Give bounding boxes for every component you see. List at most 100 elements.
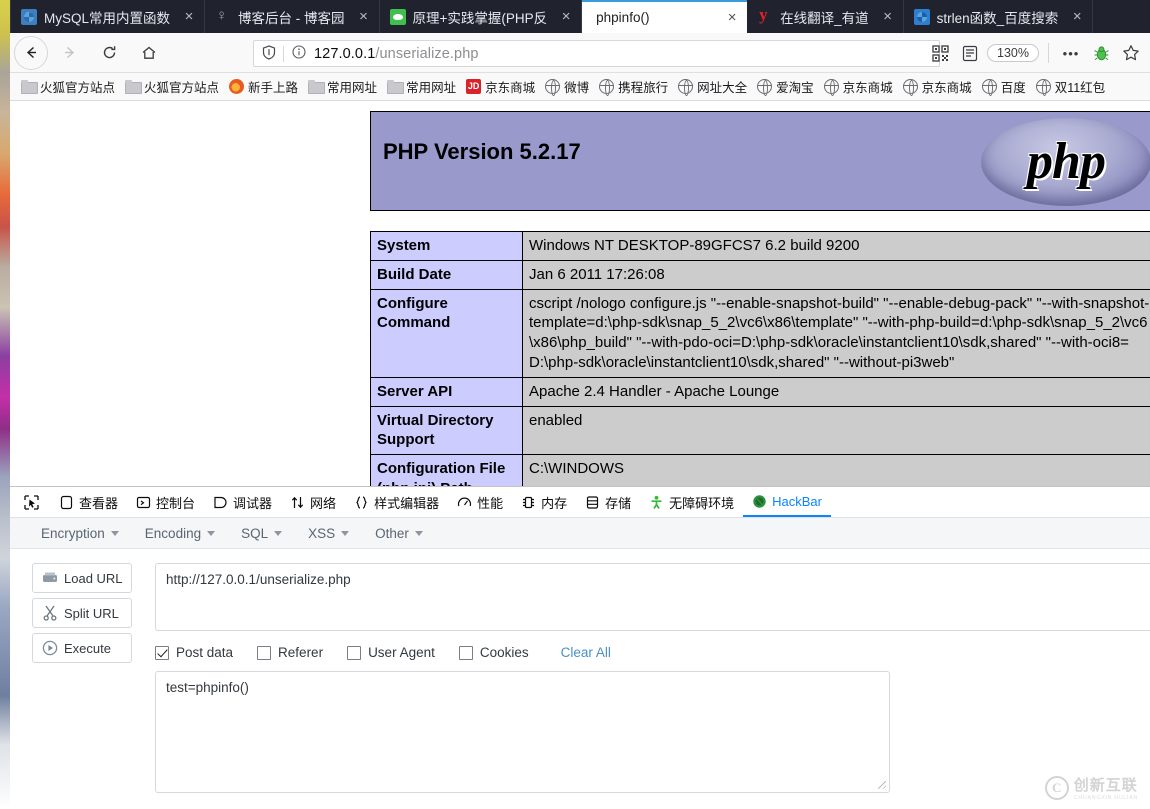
devtools-tab-performance[interactable]: 性能 xyxy=(448,487,512,517)
bookmark-item[interactable]: 京东商城 xyxy=(898,76,977,98)
table-row: Server API Apache 2.4 Handler - Apache L… xyxy=(370,376,1150,407)
bookmark-item[interactable]: 京东商城 xyxy=(819,76,898,98)
folder-icon xyxy=(21,79,38,94)
split-url-button[interactable]: Split URL xyxy=(32,598,132,628)
globe-icon xyxy=(678,79,694,96)
browser-tab[interactable]: MySQL常用内置函数 × xyxy=(10,0,206,33)
table-row: Virtual Directory Support enabled xyxy=(370,405,1150,456)
hackbar-post-data-input[interactable]: test=phpinfo() xyxy=(155,671,890,793)
load-url-button[interactable]: Load URL xyxy=(32,563,132,593)
divider xyxy=(1048,43,1049,63)
hackbar-url-input[interactable]: http://127.0.0.1/unserialize.php xyxy=(155,563,1150,631)
address-bar[interactable]: 127.0.0.1/unserialize.php xyxy=(253,40,940,67)
bookmark-item[interactable]: 常用网址 xyxy=(303,76,382,98)
close-icon[interactable]: × xyxy=(723,10,741,25)
home-button[interactable] xyxy=(132,36,166,70)
browser-tab[interactable]: 原理+实践掌握(PHP反 × xyxy=(380,0,583,33)
button-label: Load URL xyxy=(64,570,123,586)
close-icon[interactable]: × xyxy=(355,9,373,24)
menu-xss[interactable]: XSS xyxy=(295,526,362,541)
globe-icon xyxy=(1035,79,1051,96)
bookmark-item[interactable]: 携程旅行 xyxy=(594,76,673,98)
checkbox-user-agent[interactable]: User Agent xyxy=(347,645,435,660)
folder-icon xyxy=(125,79,143,94)
devtools-tab-console[interactable]: 控制台 xyxy=(127,487,204,517)
checkbox-label: Referer xyxy=(278,645,324,660)
browser-tab[interactable]: strlen函数_百度搜索 × xyxy=(904,0,1094,33)
devtools-tab-storage[interactable]: 存储 xyxy=(576,487,640,517)
zoom-level-badge[interactable]: 130% xyxy=(987,44,1039,62)
browser-tab[interactable]: 博客后台 - 博客园 × xyxy=(205,0,380,33)
devtools-tab-accessibility[interactable]: 无障碍环境 xyxy=(640,487,743,517)
bookmark-star-icon[interactable] xyxy=(1118,40,1144,66)
bookmark-item[interactable]: 百度 xyxy=(977,76,1031,98)
watermark-text: 创新互联 CHUANGXIN HULIAN xyxy=(1074,774,1138,801)
bookmark-item[interactable]: 新手上路 xyxy=(224,76,303,98)
checkbox-referer[interactable]: Referer xyxy=(257,645,323,660)
bookmark-item[interactable]: 双11红包 xyxy=(1031,76,1110,98)
bookmark-item[interactable]: 火狐官方站点 xyxy=(120,76,224,98)
reload-button[interactable] xyxy=(92,36,126,70)
watermark: C 创新互联 CHUANGXIN HULIAN xyxy=(1044,774,1138,801)
forward-button[interactable] xyxy=(52,36,86,70)
bookmark-item[interactable]: 网址大全 xyxy=(673,76,752,98)
devtools-tab-hackbar[interactable]: HackBar xyxy=(743,487,831,517)
bookmark-item[interactable]: 微博 xyxy=(540,76,594,98)
chevron-down-icon xyxy=(274,530,283,536)
back-button[interactable] xyxy=(14,35,48,70)
more-menu-icon[interactable]: ••• xyxy=(1058,40,1084,66)
bookmarks-bar: 火狐官方站点 火狐官方站点 新手上路 常用网址 常用网址 JD 京东商城 微博 携… xyxy=(10,73,1150,101)
devtools-tab-memory[interactable]: 内存 xyxy=(512,487,576,517)
firefox-icon xyxy=(229,79,245,94)
table-row: Configuration File (php.ini) Path C:\WIN… xyxy=(370,454,1150,486)
clear-all-link[interactable]: Clear All xyxy=(561,645,611,660)
devtools-tab-network[interactable]: 网络 xyxy=(281,487,345,517)
bug-icon[interactable] xyxy=(1088,40,1114,66)
devtools-tab-debugger[interactable]: 调试器 xyxy=(204,487,281,517)
qr-code-icon[interactable] xyxy=(927,40,953,66)
bookmark-label: 网址大全 xyxy=(697,81,748,95)
checkbox-cookies[interactable]: Cookies xyxy=(458,645,529,660)
element-picker-icon[interactable] xyxy=(18,490,44,514)
browser-tab[interactable]: 在线翻译_有道 × xyxy=(747,0,904,33)
menu-encryption[interactable]: Encryption xyxy=(28,526,132,541)
shield-icon[interactable] xyxy=(262,44,276,63)
close-icon[interactable]: × xyxy=(879,9,897,24)
globe-icon xyxy=(599,79,615,96)
menu-sql[interactable]: SQL xyxy=(228,526,295,541)
resize-handle[interactable] xyxy=(878,781,886,789)
checkbox-box[interactable] xyxy=(257,645,272,660)
checkbox-post-data[interactable]: Post data xyxy=(155,645,233,660)
close-icon[interactable]: × xyxy=(557,9,575,24)
row-key: Server API xyxy=(370,376,523,407)
url-text[interactable]: 127.0.0.1/unserialize.php xyxy=(314,46,479,62)
hackbar-icon xyxy=(752,494,767,509)
tab-label: HackBar xyxy=(772,493,822,509)
performance-icon xyxy=(457,495,472,510)
menu-encoding[interactable]: Encoding xyxy=(132,526,228,541)
checkbox-box[interactable] xyxy=(347,645,362,660)
close-icon[interactable]: × xyxy=(1068,9,1086,24)
devtools-tab-inspector[interactable]: 查看器 xyxy=(50,487,127,517)
console-icon xyxy=(136,495,151,510)
bookmark-item[interactable]: 爱淘宝 xyxy=(752,76,819,98)
close-icon[interactable]: × xyxy=(180,9,198,24)
execute-button[interactable]: Execute xyxy=(32,633,132,663)
table-row: System Windows NT DESKTOP-89GFCS7 6.2 bu… xyxy=(370,231,1150,261)
site-info-icon[interactable] xyxy=(292,45,306,62)
checkbox-box[interactable] xyxy=(155,645,169,660)
tab-label: 内存 xyxy=(541,495,568,511)
tab-title: 在线翻译_有道 xyxy=(780,10,869,26)
chevron-down-icon xyxy=(207,530,216,536)
browser-tab-active[interactable]: phpinfo() × xyxy=(582,0,748,33)
bookmark-item[interactable]: 常用网址 xyxy=(382,76,461,98)
tab-title: phpinfo() xyxy=(596,10,650,25)
bookmark-item[interactable]: JD 京东商城 xyxy=(461,76,540,98)
devtools-tab-style-editor[interactable]: 样式编辑器 xyxy=(345,487,448,517)
checkbox-box[interactable] xyxy=(458,645,473,660)
baidu-icon xyxy=(913,8,930,25)
menu-other[interactable]: Other xyxy=(362,526,436,541)
bookmark-item[interactable]: 火狐官方站点 xyxy=(16,76,120,98)
row-key: Virtual Directory Support xyxy=(370,405,523,456)
reader-mode-icon[interactable] xyxy=(957,40,983,66)
